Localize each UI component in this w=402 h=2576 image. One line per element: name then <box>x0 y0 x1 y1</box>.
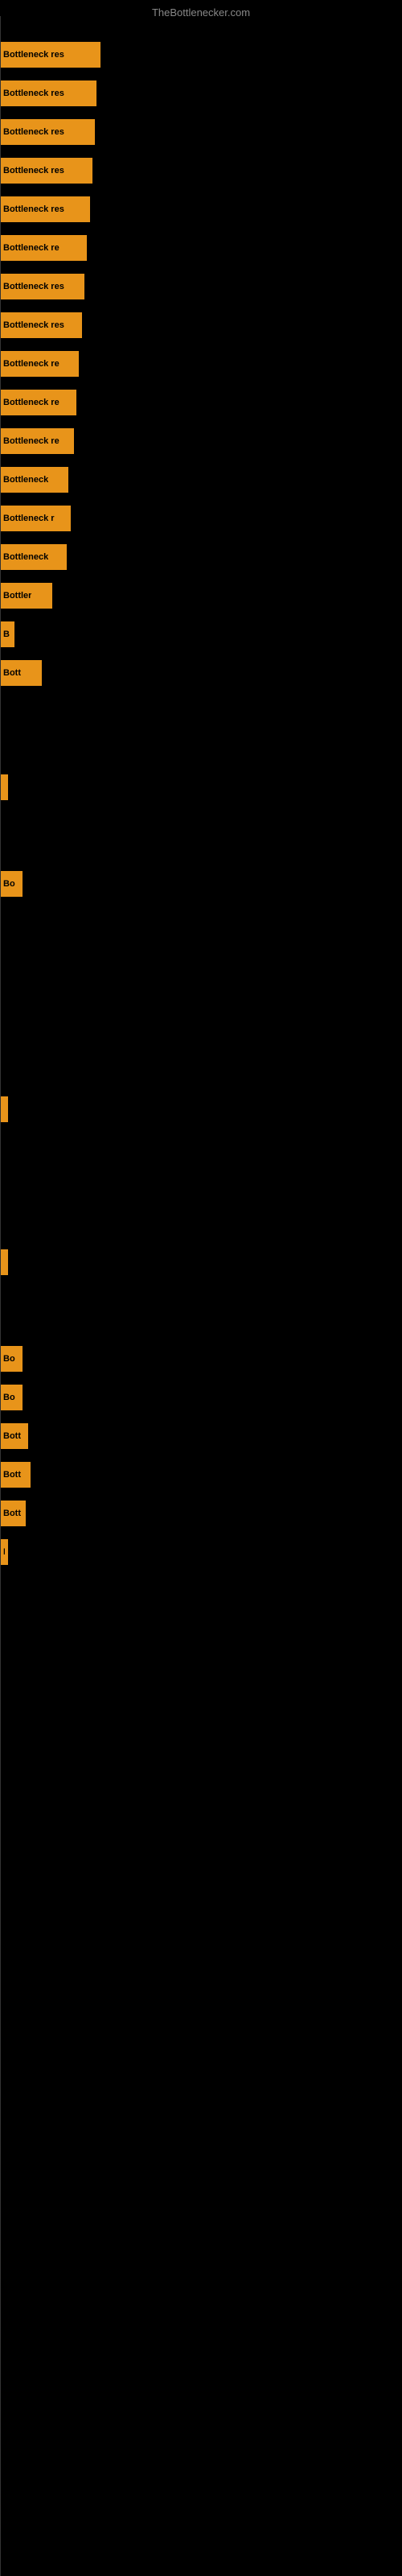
bar-item: Bottleneck <box>0 543 75 572</box>
bar: Bottleneck re <box>0 351 79 377</box>
bar: Bo <box>0 1346 23 1372</box>
bar: Bottleneck res <box>0 312 82 338</box>
bar <box>0 1096 8 1122</box>
bar-label: Bottleneck re <box>3 243 59 253</box>
bar-label: B <box>3 630 10 639</box>
bar: Bottleneck r <box>0 506 71 531</box>
bar: Bott <box>0 660 42 686</box>
bar-item: Bottleneck res <box>0 272 92 301</box>
bar: B <box>0 1539 8 1565</box>
bar: Bottleneck res <box>0 274 84 299</box>
bar-item: Bottleneck res <box>0 311 90 340</box>
bar <box>0 774 8 800</box>
bar-label: B <box>3 1547 5 1557</box>
bar-item: B <box>0 620 23 649</box>
bar-item <box>0 1095 14 1124</box>
bar-label: Bott <box>3 668 21 678</box>
bar-item: Bo <box>0 1383 31 1412</box>
bar-item: Bottleneck re <box>0 349 87 378</box>
bar-label: Bottleneck res <box>3 166 64 175</box>
bar-item: Bo <box>0 869 31 898</box>
bar-label: Bo <box>3 1354 15 1364</box>
bar-label: Bott <box>3 1470 21 1480</box>
bar: Bottler <box>0 583 52 609</box>
bar <box>0 1249 8 1275</box>
bar-label: Bottleneck <box>3 475 48 485</box>
bar-item: Bottleneck re <box>0 427 82 456</box>
bar-label: Bottleneck re <box>3 359 59 369</box>
bar-label: Bottleneck r <box>3 514 55 523</box>
bar: Bottleneck re <box>0 390 76 415</box>
bar-label: Bott <box>3 1509 21 1518</box>
bar-label: Bottleneck res <box>3 282 64 291</box>
bar-item: Bottleneck re <box>0 388 84 417</box>
bar-item: Bottleneck <box>0 465 76 494</box>
bar-item: Bottleneck res <box>0 195 98 224</box>
bar: Bottleneck <box>0 544 67 570</box>
bar: B <box>0 621 14 647</box>
bar-label: Bottleneck res <box>3 127 64 137</box>
bar: Bott <box>0 1423 28 1449</box>
bar-item: B <box>0 1538 16 1567</box>
bar-label: Bottleneck res <box>3 204 64 214</box>
bar: Bottleneck <box>0 467 68 493</box>
bar-item: Bott <box>0 1460 39 1489</box>
bar-item <box>0 773 14 802</box>
bar-label: Bott <box>3 1431 21 1441</box>
bar-item: Bo <box>0 1344 31 1373</box>
bar-label: Bo <box>3 879 15 889</box>
bar-label: Bo <box>3 1393 15 1402</box>
bar: Bottleneck res <box>0 119 95 145</box>
bar-label: Bottleneck re <box>3 398 59 407</box>
bar: Bott <box>0 1462 31 1488</box>
bar-label: Bottleneck <box>3 552 48 562</box>
bar-item: Bottleneck res <box>0 156 100 185</box>
bar-item: Bottler <box>0 581 60 610</box>
bar-label: Bottler <box>3 591 31 601</box>
bar-item: Bott <box>0 1422 36 1451</box>
bar: Bottleneck res <box>0 196 90 222</box>
bar-item: Bottleneck res <box>0 118 103 147</box>
bar: Bottleneck re <box>0 428 74 454</box>
axis-line <box>0 16 1 2576</box>
bar: Bottleneck re <box>0 235 87 261</box>
bar-label: Bottleneck re <box>3 436 59 446</box>
bar-label: Bottleneck res <box>3 89 64 98</box>
bar: Bottleneck res <box>0 80 96 106</box>
bar: Bo <box>0 871 23 897</box>
bar-label: Bottleneck res <box>3 320 64 330</box>
bar-item: Bott <box>0 1499 34 1528</box>
bar-item: Bottleneck res <box>0 40 109 69</box>
bar: Bott <box>0 1501 26 1526</box>
bar-item: Bottleneck re <box>0 233 95 262</box>
bar-item <box>0 1248 14 1277</box>
bar: Bottleneck res <box>0 42 100 68</box>
bar-item: Bottleneck res <box>0 79 105 108</box>
bar-item: Bottleneck r <box>0 504 79 533</box>
bar: Bo <box>0 1385 23 1410</box>
bar-label: Bottleneck res <box>3 50 64 60</box>
bar: Bottleneck res <box>0 158 92 184</box>
bar-item: Bott <box>0 658 50 687</box>
